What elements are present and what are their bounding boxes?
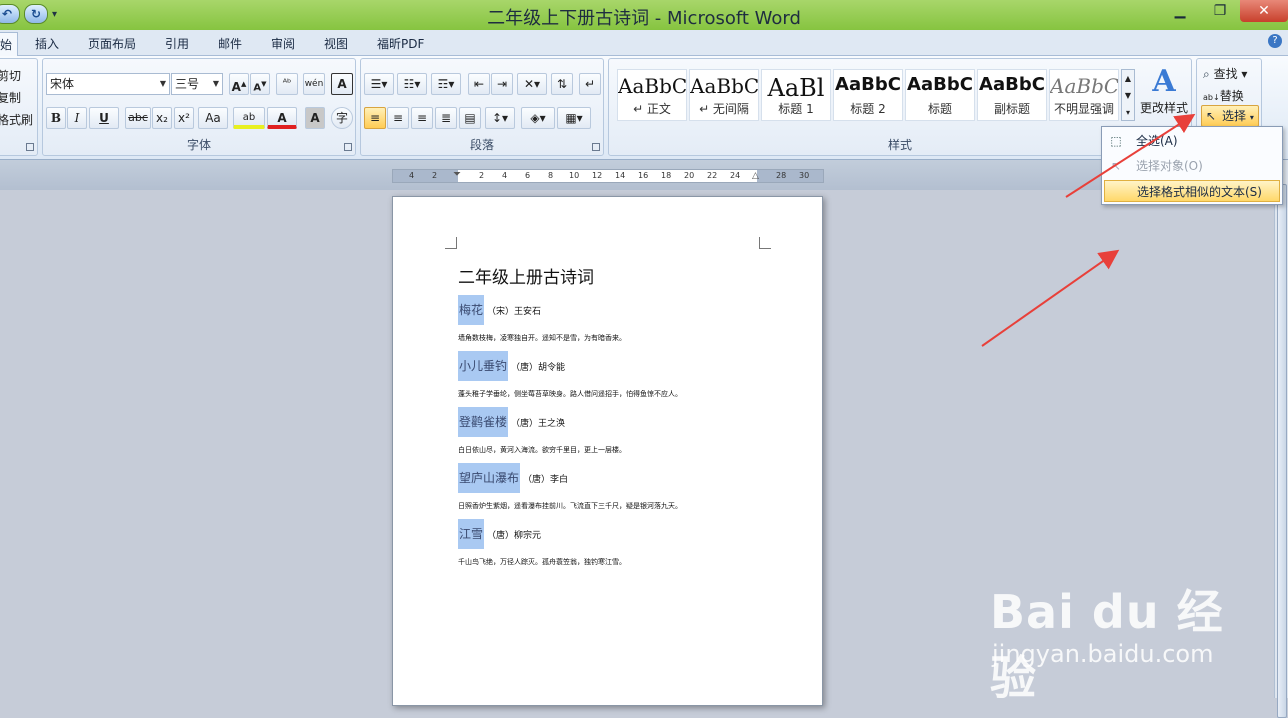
arrow-to-menu-item [981, 249, 1120, 347]
annotation-arrows [981, 113, 1196, 347]
arrow-to-select-button [1065, 113, 1196, 198]
